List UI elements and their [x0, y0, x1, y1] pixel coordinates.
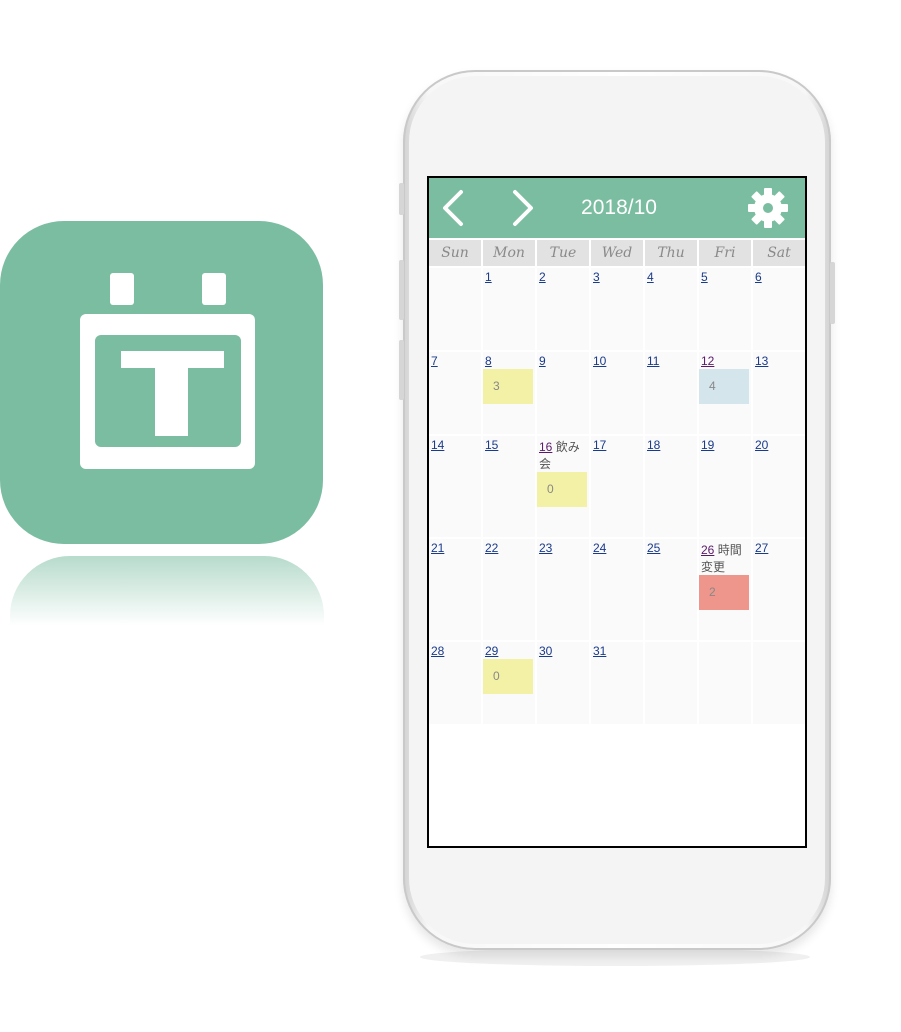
month-title: 2018/10: [581, 196, 657, 219]
day-cell[interactable]: 17: [591, 436, 643, 537]
calendar-grid: 1 2 3 4 5 6 7 8 3 9 10 11 12 4 13 14 15 16 飲み会 0 17 18 19 20 21…: [429, 268, 805, 726]
app-icon: [0, 221, 323, 544]
day-link[interactable]: 24: [593, 541, 606, 555]
event-block[interactable]: 4: [699, 369, 749, 404]
day-link[interactable]: 11: [647, 354, 659, 368]
day-cell[interactable]: 18: [645, 436, 697, 537]
empty-cell: [699, 642, 751, 724]
day-cell[interactable]: 21: [429, 539, 481, 640]
day-link[interactable]: 1: [485, 270, 492, 284]
weekday-header: Sun Mon Tue Wed Thu Fri Sat: [429, 240, 805, 266]
day-link[interactable]: 3: [593, 270, 600, 284]
day-link[interactable]: 29: [485, 644, 498, 658]
weekday-thu: Thu: [645, 240, 697, 266]
day-link[interactable]: 27: [755, 541, 768, 555]
calendar-week: 28 29 0 30 31: [429, 642, 805, 726]
day-cell[interactable]: 31: [591, 642, 643, 724]
day-cell[interactable]: 19: [699, 436, 751, 537]
phone-shadow: [420, 948, 810, 966]
day-cell[interactable]: 28: [429, 642, 481, 724]
day-link[interactable]: 13: [755, 354, 768, 368]
day-cell[interactable]: 1: [483, 268, 535, 350]
day-link[interactable]: 26: [701, 543, 714, 557]
day-cell[interactable]: 22: [483, 539, 535, 640]
day-link[interactable]: 7: [431, 354, 438, 368]
weekday-tue: Tue: [537, 240, 589, 266]
day-cell[interactable]: 2: [537, 268, 589, 350]
day-link[interactable]: 22: [485, 541, 498, 555]
weekday-sun: Sun: [429, 240, 481, 266]
day-cell[interactable]: 6: [753, 268, 805, 350]
day-link[interactable]: 2: [539, 270, 546, 284]
day-cell[interactable]: 20: [753, 436, 805, 537]
day-link[interactable]: 19: [701, 438, 714, 452]
phone-screen: 2018/10 Sun Mon Tue Wed Thu Fri Sat 1234…: [427, 176, 807, 848]
day-cell[interactable]: 4: [645, 268, 697, 350]
day-cell[interactable]: 12 4: [699, 352, 751, 434]
day-cell[interactable]: 30: [537, 642, 589, 724]
calendar-t-icon: [80, 273, 255, 469]
chevron-right-icon[interactable]: [505, 188, 539, 228]
day-cell[interactable]: 26 時間変更 2: [699, 539, 751, 640]
day-link[interactable]: 15: [485, 438, 498, 452]
phone-silent-switch: [399, 183, 404, 215]
day-cell[interactable]: 9: [537, 352, 589, 434]
weekday-fri: Fri: [699, 240, 751, 266]
event-block[interactable]: 2: [699, 575, 749, 610]
day-cell[interactable]: 3: [591, 268, 643, 350]
event-block[interactable]: 0: [483, 659, 533, 694]
app-icon-reflection: [10, 556, 324, 626]
day-link[interactable]: 21: [431, 541, 444, 555]
calendar-week: 7 8 3 9 10 11 12 4 13: [429, 352, 805, 436]
empty-cell: [753, 642, 805, 724]
day-cell[interactable]: 24: [591, 539, 643, 640]
day-link[interactable]: 6: [755, 270, 762, 284]
day-link[interactable]: 17: [593, 438, 606, 452]
day-cell[interactable]: 29 0: [483, 642, 535, 724]
day-link[interactable]: 5: [701, 270, 708, 284]
day-cell[interactable]: 83: [483, 352, 535, 434]
day-link[interactable]: 8: [485, 354, 492, 368]
event-block[interactable]: 3: [483, 369, 533, 404]
phone-volume-up: [399, 260, 404, 320]
day-cell[interactable]: 14: [429, 436, 481, 537]
calendar-week: 1 2 3 4 5 6: [429, 268, 805, 352]
day-link[interactable]: 4: [647, 270, 654, 284]
day-cell[interactable]: 27: [753, 539, 805, 640]
day-link[interactable]: 16: [539, 440, 552, 454]
day-cell[interactable]: 13: [753, 352, 805, 434]
day-cell[interactable]: 15: [483, 436, 535, 537]
weekday-mon: Mon: [483, 240, 535, 266]
day-link[interactable]: 10: [593, 354, 606, 368]
day-cell[interactable]: 25: [645, 539, 697, 640]
empty-cell: [645, 642, 697, 724]
day-link[interactable]: 25: [647, 541, 660, 555]
day-cell[interactable]: 23: [537, 539, 589, 640]
day-cell[interactable]: 10: [591, 352, 643, 434]
day-link[interactable]: 28: [431, 644, 444, 658]
day-link[interactable]: 31: [593, 644, 606, 658]
day-cell[interactable]: 5: [699, 268, 751, 350]
weekday-sat: Sat: [753, 240, 805, 266]
day-link[interactable]: 9: [539, 354, 546, 368]
event-block[interactable]: 0: [537, 472, 587, 507]
day-link[interactable]: 20: [755, 438, 768, 452]
day-cell[interactable]: 7: [429, 352, 481, 434]
chevron-left-icon[interactable]: [437, 188, 471, 228]
day-cell[interactable]: 11: [645, 352, 697, 434]
day-cell[interactable]: 16 飲み会 0: [537, 436, 589, 537]
gear-icon[interactable]: [746, 186, 790, 230]
phone-power-button: [830, 262, 835, 324]
phone-volume-down: [399, 340, 404, 400]
day-link[interactable]: 18: [647, 438, 660, 452]
calendar-week: 21 22 23 24 25 26 時間変更 2 27: [429, 539, 805, 642]
weekday-wed: Wed: [591, 240, 643, 266]
day-link[interactable]: 23: [539, 541, 552, 555]
day-link[interactable]: 14: [431, 438, 444, 452]
day-link[interactable]: 30: [539, 644, 552, 658]
calendar-week: 14 15 16 飲み会 0 17 18 19 20: [429, 436, 805, 539]
day-link[interactable]: 12: [701, 354, 714, 368]
calendar-header: 2018/10: [429, 178, 805, 238]
empty-cell: [429, 268, 481, 350]
